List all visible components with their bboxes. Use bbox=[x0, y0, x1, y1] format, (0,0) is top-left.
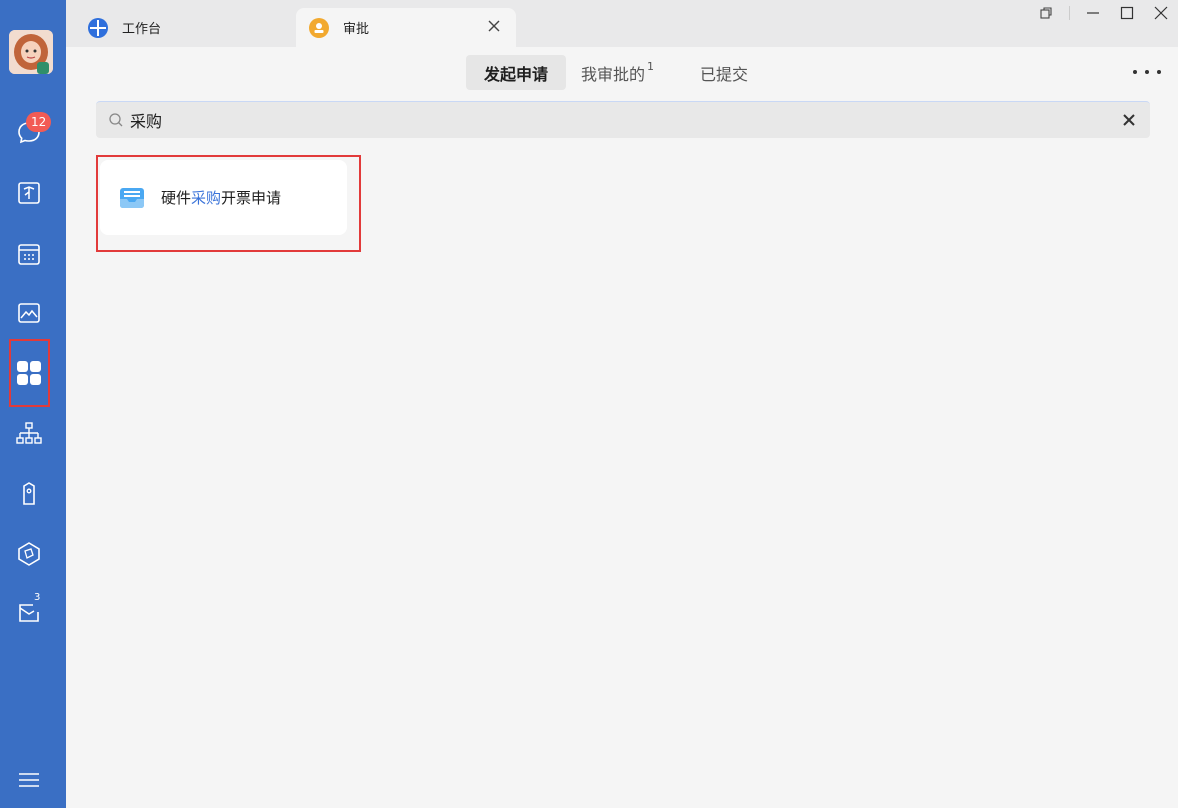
sidebar-item-docs[interactable] bbox=[13, 177, 45, 209]
tab-my-approvals-label: 我审批的 bbox=[581, 64, 646, 84]
clear-search-icon[interactable] bbox=[1122, 113, 1136, 127]
gallery-icon bbox=[18, 303, 40, 323]
more-dot bbox=[1145, 70, 1149, 74]
maximize-button[interactable] bbox=[1110, 0, 1144, 26]
sidebar-item-cube[interactable] bbox=[13, 538, 45, 570]
result-card-hardware-purchase-invoice[interactable]: 硬件采购开票申请 bbox=[100, 160, 347, 235]
more-dot bbox=[1157, 70, 1161, 74]
avatar[interactable] bbox=[9, 30, 53, 74]
more-options-button[interactable] bbox=[1133, 62, 1161, 82]
tab-my-approvals[interactable]: 我审批的 1 bbox=[581, 55, 654, 90]
sidebar-menu-button[interactable] bbox=[13, 764, 45, 796]
tab-submitted[interactable]: 已提交 bbox=[700, 55, 748, 90]
search-bar bbox=[96, 101, 1150, 138]
calendar-icon bbox=[18, 244, 40, 265]
document-icon bbox=[18, 182, 40, 204]
more-dot bbox=[1133, 70, 1137, 74]
tab-workbench-label: 工作台 bbox=[122, 22, 162, 37]
search-icon bbox=[109, 113, 123, 127]
inbox-tray-icon bbox=[120, 187, 144, 208]
my-approvals-count: 1 bbox=[647, 60, 655, 73]
tag-icon bbox=[23, 482, 35, 505]
close-tab-icon[interactable] bbox=[486, 18, 502, 34]
pin-window-icon bbox=[1040, 7, 1052, 19]
tab-approval[interactable]: 审批 bbox=[296, 8, 516, 47]
hamburger-menu-icon bbox=[19, 773, 39, 787]
sidebar-item-workbench[interactable] bbox=[13, 357, 45, 389]
tab-approval-label: 审批 bbox=[343, 22, 370, 37]
minimize-button[interactable] bbox=[1076, 0, 1110, 26]
left-sidebar: 12 3 bbox=[0, 0, 66, 808]
result-title-highlight: 采购 bbox=[191, 189, 222, 207]
search-input[interactable] bbox=[130, 105, 1122, 135]
title-bar: 工作台 审批 bbox=[66, 0, 1178, 47]
result-card-title: 硬件采购开票申请 bbox=[161, 187, 281, 208]
tab-workbench[interactable]: 工作台 bbox=[86, 8, 296, 47]
tab-initiate-request[interactable]: 发起申请 bbox=[466, 55, 566, 90]
messages-badge: 12 bbox=[26, 112, 52, 132]
approval-person-icon bbox=[309, 17, 329, 38]
result-title-suffix: 开票申请 bbox=[221, 189, 282, 207]
window-controls bbox=[1029, 0, 1178, 26]
sidebar-item-calendar[interactable] bbox=[13, 238, 45, 270]
cube-icon bbox=[18, 542, 40, 566]
grid-apps-icon bbox=[17, 361, 41, 385]
mail-badge: 3 bbox=[34, 592, 41, 603]
close-icon bbox=[1154, 6, 1168, 20]
close-window-button[interactable] bbox=[1144, 0, 1178, 26]
window-controls-divider bbox=[1069, 6, 1070, 20]
result-title-prefix: 硬件 bbox=[161, 189, 192, 207]
sidebar-item-gallery[interactable] bbox=[13, 297, 45, 329]
maximize-icon bbox=[1120, 6, 1134, 20]
workbench-globe-icon bbox=[88, 17, 108, 38]
sidebar-item-org-chart[interactable] bbox=[13, 418, 45, 450]
minimize-icon bbox=[1087, 12, 1099, 14]
org-chart-icon bbox=[16, 422, 42, 444]
sidebar-item-tag[interactable] bbox=[13, 478, 45, 510]
pin-window-button[interactable] bbox=[1029, 0, 1063, 26]
